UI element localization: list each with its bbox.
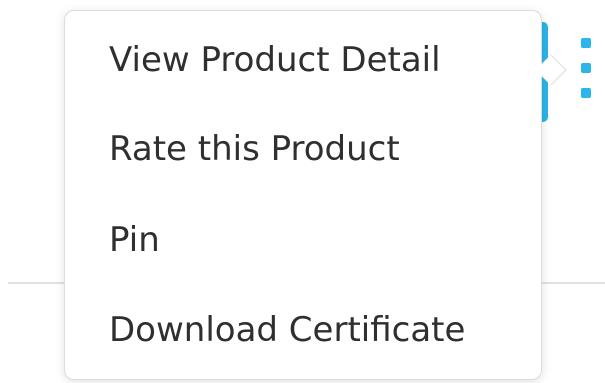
kebab-dot [581,38,591,48]
menu-item-pin[interactable]: Pin [109,212,160,268]
menu-item-download-certificate[interactable]: Download Certificate [109,302,465,358]
menu-item-rate-this-product[interactable]: Rate this Product [109,121,400,177]
menu-item-view-product-detail[interactable]: View Product Detail [109,32,441,88]
kebab-menu-icon[interactable] [580,38,592,98]
kebab-dot [581,63,591,73]
kebab-dot [581,88,591,98]
context-menu: View Product Detail Rate this Product Pi… [64,10,542,380]
